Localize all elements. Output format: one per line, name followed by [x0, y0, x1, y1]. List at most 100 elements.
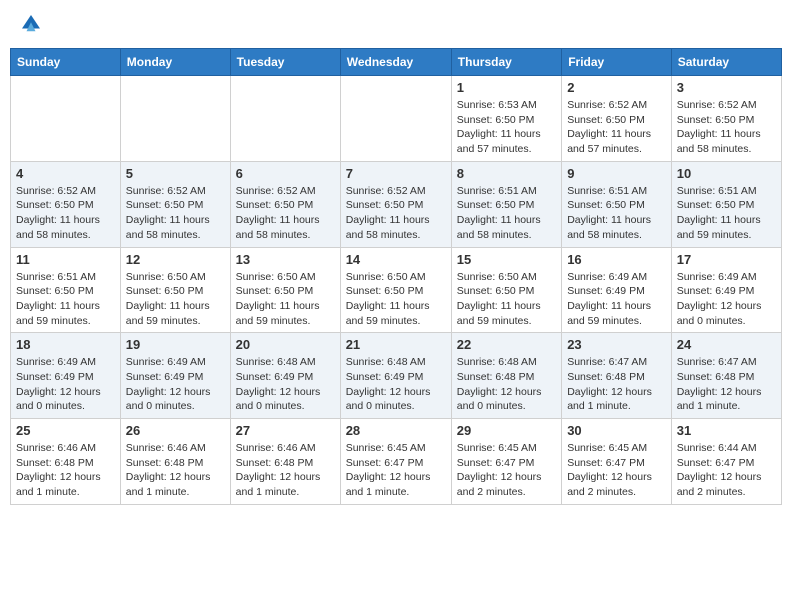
day-info: Sunrise: 6:48 AMSunset: 6:49 PMDaylight:… [346, 355, 446, 414]
calendar-cell [11, 76, 121, 162]
logo [20, 15, 40, 33]
day-info: Sunrise: 6:50 AMSunset: 6:50 PMDaylight:… [457, 270, 556, 329]
day-info: Sunrise: 6:45 AMSunset: 6:47 PMDaylight:… [457, 441, 556, 500]
day-number: 4 [16, 166, 115, 181]
day-number: 13 [236, 252, 335, 267]
day-info: Sunrise: 6:52 AMSunset: 6:50 PMDaylight:… [677, 98, 776, 157]
day-info: Sunrise: 6:49 AMSunset: 6:49 PMDaylight:… [677, 270, 776, 329]
calendar-cell: 11 Sunrise: 6:51 AMSunset: 6:50 PMDayligh… [11, 247, 121, 333]
calendar-cell: 27 Sunrise: 6:46 AMSunset: 6:48 PMDayligh… [230, 419, 340, 505]
day-info: Sunrise: 6:49 AMSunset: 6:49 PMDaylight:… [567, 270, 666, 329]
day-number: 27 [236, 423, 335, 438]
day-info: Sunrise: 6:51 AMSunset: 6:50 PMDaylight:… [677, 184, 776, 243]
calendar-cell: 28Sunrise: 6:45 AMSunset: 6:47 PMDayligh… [340, 419, 451, 505]
day-number: 20 [236, 337, 335, 352]
day-number: 15 [457, 252, 556, 267]
day-info: Sunrise: 6:52 AMSunset: 6:50 PMDaylight:… [236, 184, 335, 243]
calendar-cell: 18 Sunrise: 6:49 AMSunset: 6:49 PMDayligh… [11, 333, 121, 419]
day-number: 21 [346, 337, 446, 352]
day-info: Sunrise: 6:53 AMSunset: 6:50 PMDaylight:… [457, 98, 556, 157]
logo-icon [22, 15, 40, 33]
calendar-cell: 29 Sunrise: 6:45 AMSunset: 6:47 PMDayligh… [451, 419, 561, 505]
col-header-monday: Monday [120, 49, 230, 76]
col-header-tuesday: Tuesday [230, 49, 340, 76]
calendar-cell: 6 Sunrise: 6:52 AMSunset: 6:50 PMDaylight… [230, 161, 340, 247]
day-number: 31 [677, 423, 776, 438]
day-info: Sunrise: 6:50 AMSunset: 6:50 PMDaylight:… [236, 270, 335, 329]
col-header-sunday: Sunday [11, 49, 121, 76]
day-info: Sunrise: 6:50 AMSunset: 6:50 PMDaylight:… [346, 270, 446, 329]
day-number: 24 [677, 337, 776, 352]
col-header-saturday: Saturday [671, 49, 781, 76]
calendar-cell: 31Sunrise: 6:44 AMSunset: 6:47 PMDayligh… [671, 419, 781, 505]
calendar-cell [120, 76, 230, 162]
day-info: Sunrise: 6:45 AMSunset: 6:47 PMDaylight:… [567, 441, 666, 500]
calendar-cell: 7 Sunrise: 6:52 AMSunset: 6:50 PMDaylight… [340, 161, 451, 247]
day-number: 12 [126, 252, 225, 267]
day-number: 9 [567, 166, 666, 181]
calendar-cell: 22Sunrise: 6:48 AMSunset: 6:48 PMDayligh… [451, 333, 561, 419]
calendar-week-3: 11 Sunrise: 6:51 AMSunset: 6:50 PMDayligh… [11, 247, 782, 333]
page-header [10, 10, 782, 38]
day-info: Sunrise: 6:49 AMSunset: 6:49 PMDaylight:… [16, 355, 115, 414]
calendar-cell: 13 Sunrise: 6:50 AMSunset: 6:50 PMDayligh… [230, 247, 340, 333]
calendar-header-row: SundayMondayTuesdayWednesdayThursdayFrid… [11, 49, 782, 76]
day-number: 8 [457, 166, 556, 181]
calendar-cell: 1 Sunrise: 6:53 AMSunset: 6:50 PMDaylight… [451, 76, 561, 162]
calendar-cell: 20 Sunrise: 6:48 AMSunset: 6:49 PMDayligh… [230, 333, 340, 419]
col-header-thursday: Thursday [451, 49, 561, 76]
calendar-cell: 8Sunrise: 6:51 AMSunset: 6:50 PMDaylight… [451, 161, 561, 247]
calendar-cell: 3 Sunrise: 6:52 AMSunset: 6:50 PMDaylight… [671, 76, 781, 162]
calendar-cell: 30 Sunrise: 6:45 AMSunset: 6:47 PMDayligh… [562, 419, 672, 505]
calendar-cell: 10 Sunrise: 6:51 AMSunset: 6:50 PMDayligh… [671, 161, 781, 247]
day-number: 22 [457, 337, 556, 352]
day-info: Sunrise: 6:45 AMSunset: 6:47 PMDaylight:… [346, 441, 446, 500]
calendar-cell: 15 Sunrise: 6:50 AMSunset: 6:50 PMDayligh… [451, 247, 561, 333]
calendar-cell: 16 Sunrise: 6:49 AMSunset: 6:49 PMDayligh… [562, 247, 672, 333]
calendar-cell [230, 76, 340, 162]
day-number: 6 [236, 166, 335, 181]
calendar-cell: 26Sunrise: 6:46 AMSunset: 6:48 PMDayligh… [120, 419, 230, 505]
day-info: Sunrise: 6:50 AMSunset: 6:50 PMDaylight:… [126, 270, 225, 329]
day-number: 18 [16, 337, 115, 352]
calendar-cell: 4 Sunrise: 6:52 AMSunset: 6:50 PMDaylight… [11, 161, 121, 247]
day-number: 23 [567, 337, 666, 352]
day-info: Sunrise: 6:46 AMSunset: 6:48 PMDaylight:… [126, 441, 225, 500]
day-info: Sunrise: 6:47 AMSunset: 6:48 PMDaylight:… [567, 355, 666, 414]
calendar-cell: 14Sunrise: 6:50 AMSunset: 6:50 PMDayligh… [340, 247, 451, 333]
day-number: 11 [16, 252, 115, 267]
day-number: 1 [457, 80, 556, 95]
calendar-cell: 19 Sunrise: 6:49 AMSunset: 6:49 PMDayligh… [120, 333, 230, 419]
day-number: 17 [677, 252, 776, 267]
day-number: 19 [126, 337, 225, 352]
calendar-cell: 25Sunrise: 6:46 AMSunset: 6:48 PMDayligh… [11, 419, 121, 505]
col-header-wednesday: Wednesday [340, 49, 451, 76]
day-number: 3 [677, 80, 776, 95]
calendar-week-1: 1 Sunrise: 6:53 AMSunset: 6:50 PMDaylight… [11, 76, 782, 162]
calendar-week-5: 25Sunrise: 6:46 AMSunset: 6:48 PMDayligh… [11, 419, 782, 505]
day-info: Sunrise: 6:47 AMSunset: 6:48 PMDaylight:… [677, 355, 776, 414]
day-number: 5 [126, 166, 225, 181]
day-number: 7 [346, 166, 446, 181]
day-number: 10 [677, 166, 776, 181]
calendar-cell: 9 Sunrise: 6:51 AMSunset: 6:50 PMDaylight… [562, 161, 672, 247]
day-number: 30 [567, 423, 666, 438]
calendar-cell: 2Sunrise: 6:52 AMSunset: 6:50 PMDaylight… [562, 76, 672, 162]
day-info: Sunrise: 6:52 AMSunset: 6:50 PMDaylight:… [126, 184, 225, 243]
calendar-cell: 24 Sunrise: 6:47 AMSunset: 6:48 PMDayligh… [671, 333, 781, 419]
day-info: Sunrise: 6:51 AMSunset: 6:50 PMDaylight:… [16, 270, 115, 329]
day-info: Sunrise: 6:48 AMSunset: 6:49 PMDaylight:… [236, 355, 335, 414]
calendar-cell [340, 76, 451, 162]
day-number: 29 [457, 423, 556, 438]
day-number: 16 [567, 252, 666, 267]
day-info: Sunrise: 6:51 AMSunset: 6:50 PMDaylight:… [567, 184, 666, 243]
day-info: Sunrise: 6:49 AMSunset: 6:49 PMDaylight:… [126, 355, 225, 414]
calendar-table: SundayMondayTuesdayWednesdayThursdayFrid… [10, 48, 782, 505]
calendar-cell: 5 Sunrise: 6:52 AMSunset: 6:50 PMDaylight… [120, 161, 230, 247]
day-number: 2 [567, 80, 666, 95]
day-info: Sunrise: 6:52 AMSunset: 6:50 PMDaylight:… [346, 184, 446, 243]
calendar-cell: 21 Sunrise: 6:48 AMSunset: 6:49 PMDayligh… [340, 333, 451, 419]
calendar-cell: 12 Sunrise: 6:50 AMSunset: 6:50 PMDayligh… [120, 247, 230, 333]
day-info: Sunrise: 6:52 AMSunset: 6:50 PMDaylight:… [16, 184, 115, 243]
day-info: Sunrise: 6:46 AMSunset: 6:48 PMDaylight:… [236, 441, 335, 500]
